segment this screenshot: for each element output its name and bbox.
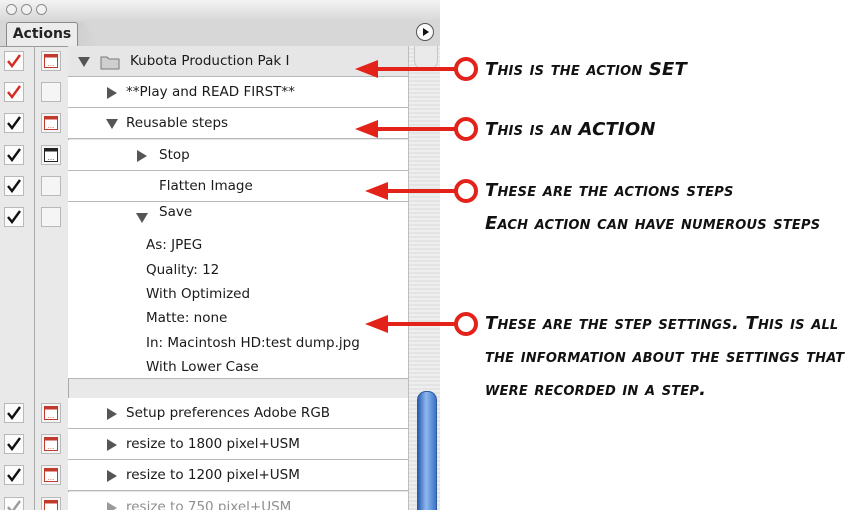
annotation-settings-1: These are the step settings. This is all — [485, 313, 839, 334]
annotation-steps-1: These are the actions steps — [485, 180, 734, 201]
annotation-settings-2: the information about the settings that — [485, 346, 845, 367]
annotation-arrows — [355, 57, 478, 336]
annotation-settings-3: were recorded in a step. — [485, 379, 707, 400]
annotation-set: This is the action SET — [485, 59, 688, 80]
annotation-action: This is an ACTION — [485, 119, 656, 140]
arrow-settings — [365, 312, 478, 336]
arrow-steps — [365, 179, 478, 203]
arrow-set — [355, 57, 478, 81]
arrow-action — [355, 117, 478, 141]
annotation-steps-2: Each action can have numerous steps — [485, 213, 821, 234]
